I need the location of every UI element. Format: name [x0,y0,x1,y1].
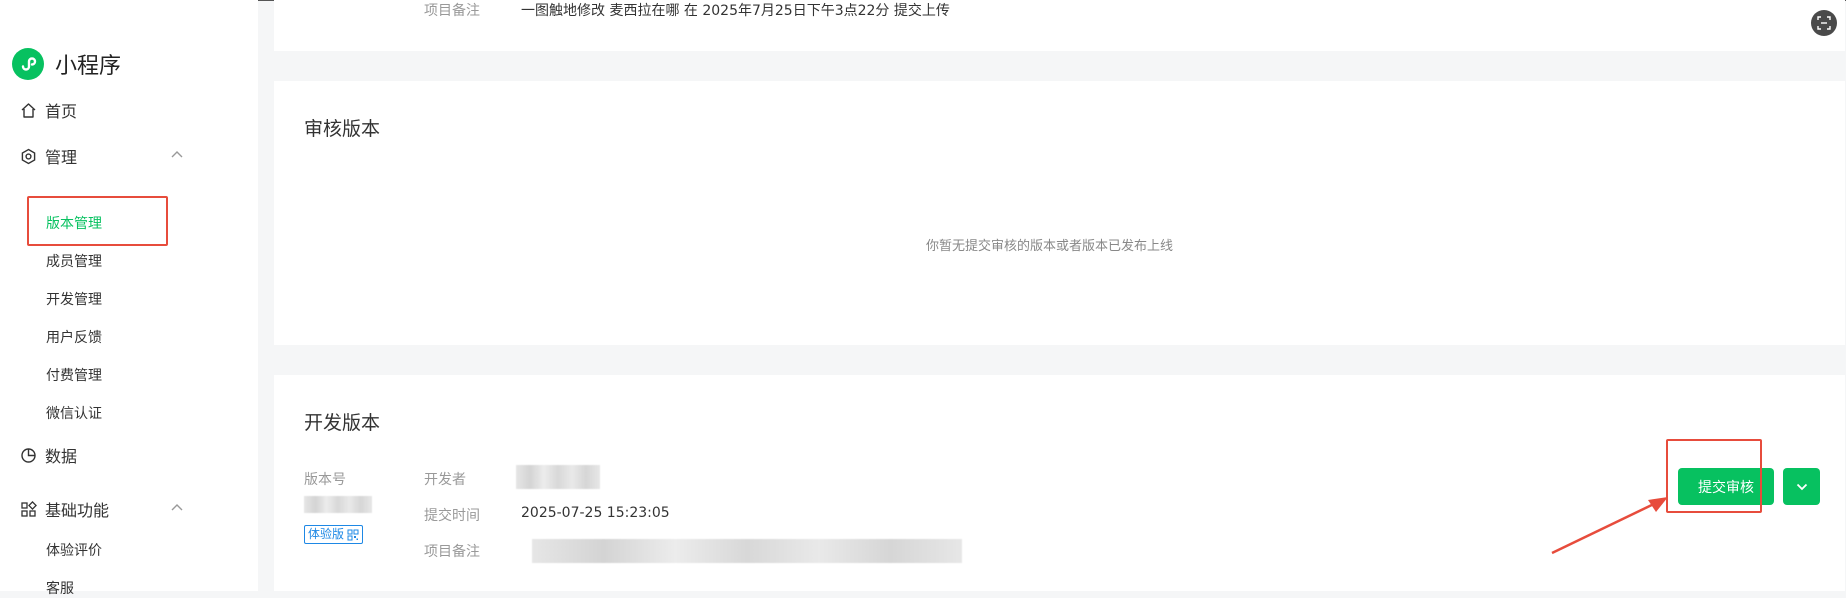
miniprogram-logo-icon [12,48,44,80]
sidebar-item-user-feedback[interactable]: 用户反馈 [46,327,102,347]
developer-label: 开发者 [424,472,466,488]
chevron-up-icon[interactable] [171,150,183,158]
sidebar-item-customer-service[interactable]: 客服 [46,578,74,598]
review-empty-text: 你暂无提交审核的版本或者版本已发布上线 [926,239,1174,254]
trial-version-badge[interactable]: 体验版 [304,525,364,544]
version-number-label: 版本号 [304,472,346,488]
developer-redacted [516,465,600,489]
nav-home[interactable]: 首页 [18,98,77,122]
grid-icon [18,499,38,519]
review-version-card: 审核版本 你暂无提交审核的版本或者版本已发布上线 [274,81,1845,345]
dev-version-card: 开发版本 版本号 体验版 开发者 提交时间 2025-07-25 15:23:0… [274,375,1845,591]
sidebar-item-dev-manage[interactable]: 开发管理 [46,289,102,309]
submit-options-dropdown[interactable] [1783,468,1820,505]
trial-version-badge-label: 体验版 [308,527,345,541]
pie-chart-icon [18,445,38,465]
sidebar-item-wechat-verify[interactable]: 微信认证 [46,403,102,423]
annotation-arrow [1551,497,1668,555]
nav-basic[interactable]: 基础功能 [18,497,109,521]
dev-version-title: 开发版本 [304,412,381,434]
brand[interactable]: 小程序 [12,48,121,80]
nav-data[interactable]: 数据 [18,443,77,467]
sidebar-item-version-manage[interactable]: 版本管理 [46,213,102,233]
sidebar-item-member-manage[interactable]: 成员管理 [46,251,102,271]
nav-basic-label: 基础功能 [45,501,110,520]
nav-manage-label: 管理 [45,148,78,167]
dev-note-label: 项目备注 [424,544,480,560]
sidebar: 小程序 首页 管理 版本管理 成员管理 开发管理 用户反馈 付费管理 微信认证 … [0,0,258,597]
nav-manage[interactable]: 管理 [18,144,77,168]
qr-icon [347,529,359,540]
submit-time-value: 2025-07-25 15:23:05 [521,505,670,521]
app-title: 小程序 [55,54,122,79]
note-value: 一图触地修改 麦西拉在哪 在 2025年7月25日下午3点22分 提交上传 [521,3,950,19]
note-label: 项目备注 [424,3,480,19]
sidebar-item-payment-manage[interactable]: 付费管理 [46,365,102,385]
version-info-card-top: 项目备注 一图触地修改 麦西拉在哪 在 2025年7月25日下午3点22分 提交… [274,0,1845,51]
highlight-box-submit-review [1666,439,1762,513]
submit-time-label: 提交时间 [424,508,480,524]
home-icon [18,100,38,120]
sidebar-item-experience-review[interactable]: 体验评价 [46,540,102,560]
nav-home-label: 首页 [45,102,78,121]
nav-data-label: 数据 [45,447,78,466]
chevron-down-icon [1796,483,1807,490]
version-number-redacted [304,496,372,513]
chevron-up-icon[interactable] [171,503,183,511]
scan-icon[interactable] [1811,10,1837,36]
settings-hex-icon [18,146,38,166]
dev-note-redacted [532,539,962,563]
review-version-title: 审核版本 [304,118,381,140]
